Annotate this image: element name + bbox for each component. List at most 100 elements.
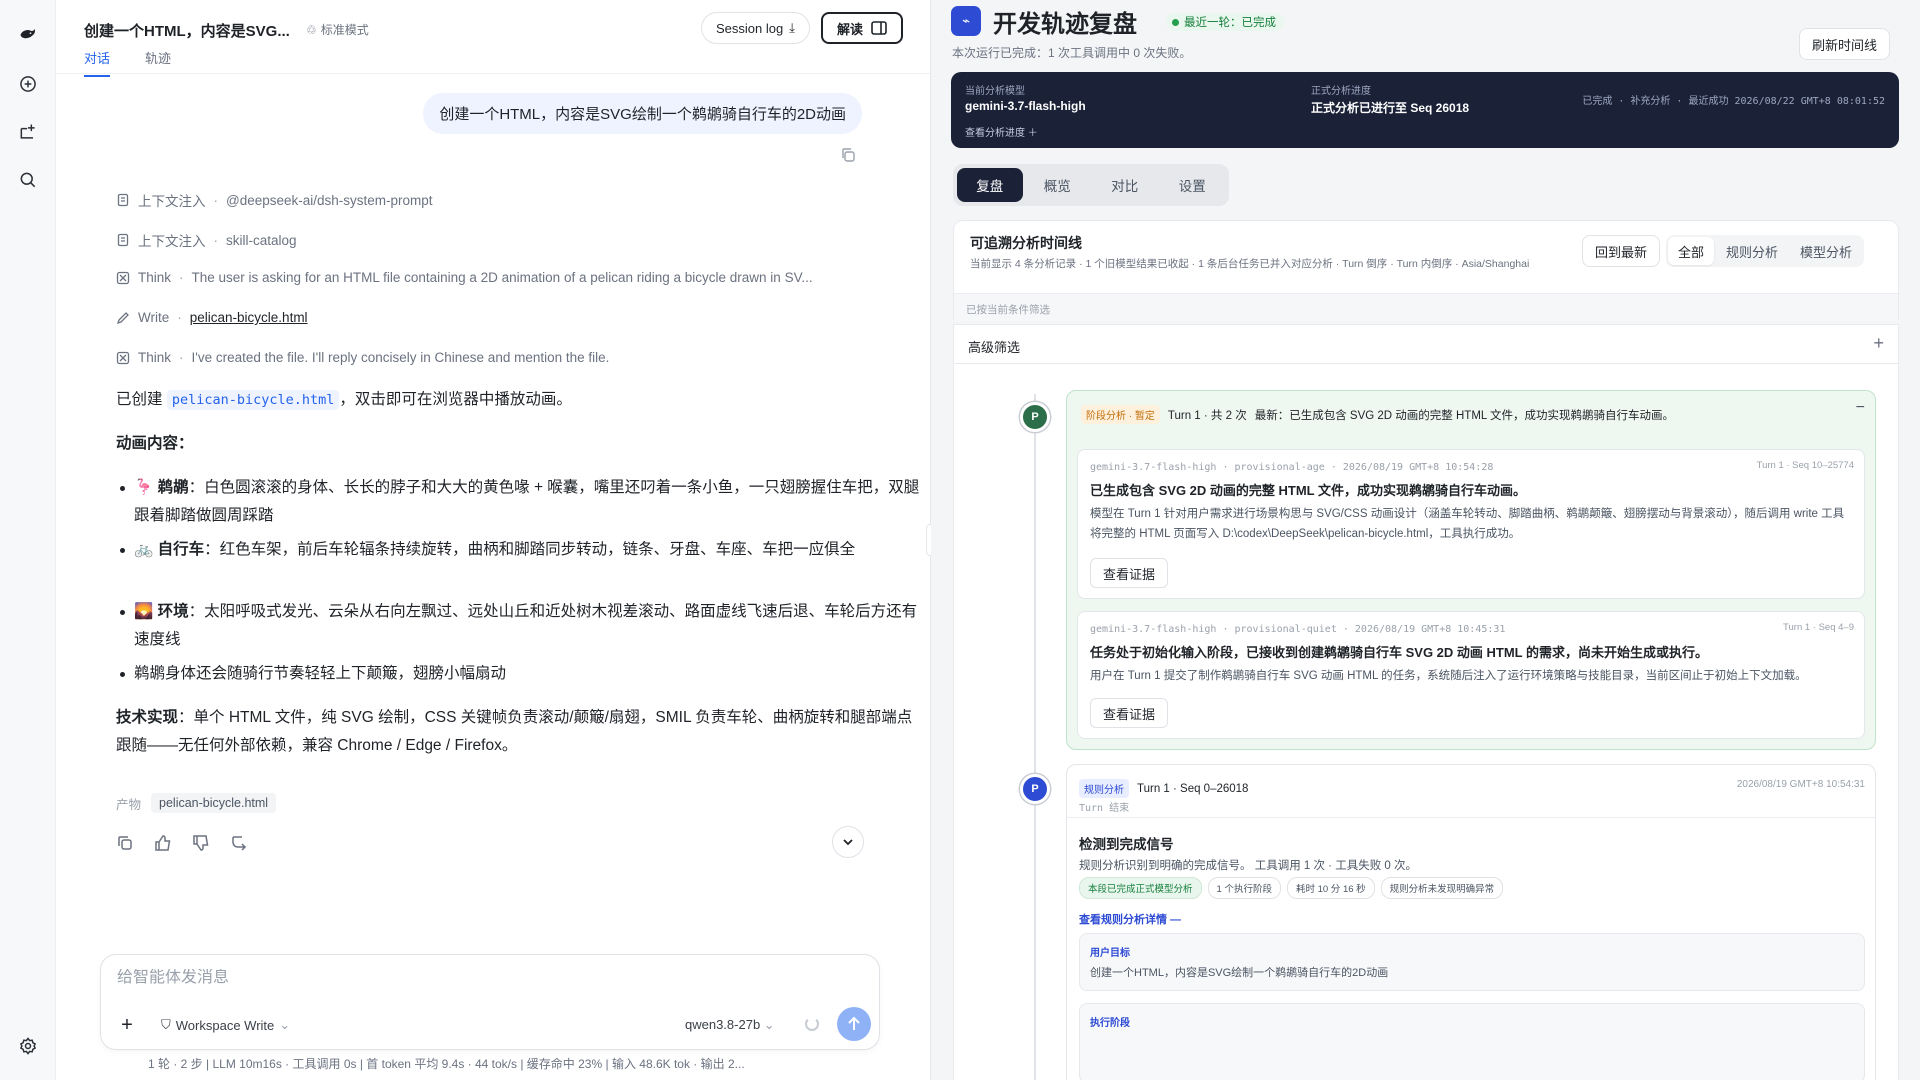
search-icon[interactable] — [14, 166, 42, 194]
filter-all[interactable]: 全部 — [1668, 237, 1715, 265]
timeline-node-rule: P — [1020, 774, 1050, 804]
tab-compare[interactable]: 对比 — [1092, 168, 1158, 202]
evidence-title: 已生成包含 SVG 2D 动画的完整 HTML 文件，成功实现鹈鹕骑自行车动画。 — [1090, 483, 1526, 498]
tab-review[interactable]: 复盘 — [957, 168, 1023, 202]
message-composer: + ⛉ Workspace Write ⌄ qwen3.8-27b ⌄ — [100, 954, 880, 1050]
model-value: gemini-3.7-flash-high — [965, 99, 1086, 113]
collapse-icon[interactable]: − — [1856, 399, 1865, 417]
send-button[interactable] — [837, 1007, 871, 1041]
step-think-2[interactable]: Think · I've created the file. I'll repl… — [116, 350, 609, 365]
timeline-node-stage: P — [1020, 402, 1050, 432]
step-kind: 上下文注入 — [138, 194, 206, 209]
step-context-2[interactable]: 上下文注入 · skill-catalog — [116, 230, 297, 250]
new-chat-icon[interactable] — [14, 70, 42, 98]
evidence-meta: gemini-3.7-flash-high · provisional-quie… — [1090, 624, 1506, 635]
loading-spinner-icon — [805, 1017, 819, 1031]
goal-value: 创建一个HTML，内容是SVG绘制一个鹈鹕骑自行车的2D动画 — [1090, 967, 1389, 979]
timeline-area: P P 阶段分析 · 暂定 Turn 1 · 共 2 次 最新：已生成包含 SV… — [953, 364, 1899, 1080]
step-kind: Think — [138, 350, 172, 365]
panel-tabs: 复盘 概览 对比 设置 — [953, 164, 1229, 206]
execution-phase-card: 执行阶段 — [1079, 1003, 1865, 1080]
trace-review-panel: ⌁ 开发轨迹复盘 最近一轮：已完成 本次运行已完成：1 次工具调用中 0 次失败… — [931, 0, 1920, 1080]
model-select[interactable]: qwen3.8-27b ⌄ — [685, 1017, 775, 1033]
panel-logo-icon: ⌁ — [951, 6, 981, 36]
chevron-down-icon: ⌄ — [763, 1017, 775, 1032]
timeline-card-header: 可追溯分析时间线 当前显示 4 条分析记录 · 1 个旧模型结果已收起 · 1 … — [953, 220, 1899, 321]
explain-button[interactable]: 解读 — [821, 12, 903, 44]
rule-turn: Turn 1 · Seq 0–26018 — [1137, 782, 1249, 795]
rule-tag: 规则分析 — [1079, 779, 1129, 798]
settings-icon[interactable] — [14, 1032, 42, 1060]
tab-trace[interactable]: 轨迹 — [145, 48, 171, 75]
workspace-permission-select[interactable]: ⛉ Workspace Write ⌄ — [161, 1017, 290, 1033]
scroll-to-bottom-button[interactable] — [832, 826, 864, 858]
branch-icon[interactable] — [230, 834, 248, 852]
copy-icon[interactable] — [116, 834, 134, 852]
step-detail: I've created the file. I'll reply concis… — [191, 350, 610, 365]
run-statusbar: 1 轮 · 2 步 | LLM 10m16s · 工具调用 0s | 首 tok… — [148, 1057, 745, 1071]
thumbs-up-icon[interactable] — [154, 834, 172, 852]
stage-turn: Turn 1 · 共 2 次 — [1167, 409, 1247, 422]
step-detail: skill-catalog — [226, 232, 297, 248]
document-icon — [117, 233, 129, 247]
written-file-link[interactable]: pelican-bicycle.html — [190, 310, 308, 325]
bullet-pelican: 🦩 鹈鹕：白色圆滚滚的身体、长长的脖子和大大的黄色喙 + 喉囊，嘴里还叼着一条小… — [120, 474, 924, 530]
user-goal-card: 用户目标 创建一个HTML，内容是SVG绘制一个鹈鹕骑自行车的2D动画 — [1079, 933, 1865, 991]
session-log-button[interactable]: Session log ⤓ — [701, 12, 810, 44]
message-input[interactable] — [117, 969, 817, 987]
attach-plus-button[interactable]: + — [115, 1013, 139, 1037]
rule-header: 规则分析 Turn 1 · Seq 0–26018 — [1079, 779, 1248, 798]
plus-icon: + — [1873, 333, 1884, 353]
user-message: 创建一个HTML，内容是SVG绘制一个鹈鹕骑自行车的2D动画 — [423, 93, 862, 134]
step-think-1[interactable]: Think · The user is asking for an HTML f… — [116, 270, 813, 285]
bullet-bounce: 鹈鹕身体还会随骑行节奏轻轻上下颠簸，翅膀小幅扇动 — [120, 660, 924, 688]
analysis-filter-tabs: 全部 规则分析 模型分析 — [1666, 235, 1865, 267]
answer-intro: 已创建 pelican-bicycle.html ，双击即可在浏览器中播放动画。 — [116, 390, 572, 410]
rule-title: 检测到完成信号 — [1079, 837, 1174, 852]
filtered-note: 已按当前条件筛选 — [954, 293, 1898, 321]
view-evidence-button[interactable]: 查看证据 — [1090, 698, 1169, 728]
filter-rule[interactable]: 规则分析 — [1716, 237, 1788, 265]
thumbs-down-icon[interactable] — [192, 834, 210, 852]
tab-overview[interactable]: 概览 — [1025, 168, 1091, 202]
tab-settings[interactable]: 设置 — [1160, 168, 1226, 202]
view-progress-link[interactable]: 查看分析进度 ＋ — [965, 124, 1038, 139]
rule-chip: 规则分析未发现明确异常 — [1380, 877, 1504, 899]
stage-analysis-group: 阶段分析 · 暂定 Turn 1 · 共 2 次 最新：已生成包含 SVG 2D… — [1066, 390, 1876, 750]
stage-header: 阶段分析 · 暂定 Turn 1 · 共 2 次 最新：已生成包含 SVG 2D… — [1081, 405, 1674, 424]
explain-label: 解读 — [836, 21, 863, 37]
section-title: 动画内容： — [116, 435, 194, 452]
add-project-icon[interactable] — [14, 118, 42, 146]
panel-title: 开发轨迹复盘 — [993, 11, 1137, 38]
back-to-latest-button[interactable]: 回到最新 — [1582, 235, 1661, 267]
advanced-filter-toggle[interactable]: 高级筛选 + — [953, 324, 1899, 364]
bullet-bicycle: 🚲 自行车：红色车架，前后车轮辐条持续旋转，曲柄和脚踏同步转动，链条、牙盘、车座… — [120, 536, 924, 564]
artifact-row: 产物 pelican-bicycle.html — [116, 793, 277, 813]
rule-divider — [1067, 817, 1875, 818]
step-detail: The user is asking for an HTML file cont… — [191, 270, 813, 285]
view-evidence-button[interactable]: 查看证据 — [1090, 558, 1169, 588]
stage-tag: 阶段分析 · 暂定 — [1081, 405, 1160, 424]
evidence-card: gemini-3.7-flash-high · provisional-age … — [1077, 449, 1865, 599]
refresh-timeline-button[interactable]: 刷新时间线 — [1799, 28, 1891, 60]
arrow-up-icon — [848, 1016, 860, 1030]
evidence-meta: gemini-3.7-flash-high · provisional-age … — [1090, 462, 1494, 473]
mode-indicator[interactable]: ♲ 标准模式 — [306, 21, 369, 38]
evidence-range: Turn 1 · Seq 10–25774 — [1756, 460, 1854, 471]
status-badge: 最近一轮：已完成 — [1166, 13, 1284, 31]
filter-model[interactable]: 模型分析 — [1790, 237, 1862, 265]
copy-message-icon[interactable] — [840, 147, 856, 163]
logo-whale-icon[interactable] — [14, 20, 42, 48]
rule-analysis-card: 规则分析 Turn 1 · Seq 0–26018 Turn 结束 2026/0… — [1066, 764, 1876, 1080]
stage-latest: 最新：已生成包含 SVG 2D 动画的完整 HTML 文件，成功实现鹈鹕骑自行车… — [1254, 409, 1675, 422]
artifact-file-chip[interactable]: pelican-bicycle.html — [151, 793, 277, 813]
rule-details-toggle[interactable]: 查看规则分析详情 — — [1079, 911, 1181, 927]
download-icon: ⤓ — [789, 20, 795, 35]
step-context-1[interactable]: 上下文注入 · @deepseek-ai/dsh-system-prompt — [116, 190, 433, 210]
tech-paragraph: 技术实现：单个 HTML 文件，纯 SVG 绘制，CSS 关键帧负责滚动/颠簸/… — [116, 709, 913, 754]
tab-conversation[interactable]: 对话 — [84, 48, 111, 77]
evidence-range: Turn 1 · Seq 4–9 — [1783, 622, 1854, 633]
step-write[interactable]: Write · pelican-bicycle.html — [116, 310, 308, 325]
mode-icon: ♲ — [306, 22, 317, 37]
chevron-down-icon: ⌄ — [279, 1017, 291, 1032]
